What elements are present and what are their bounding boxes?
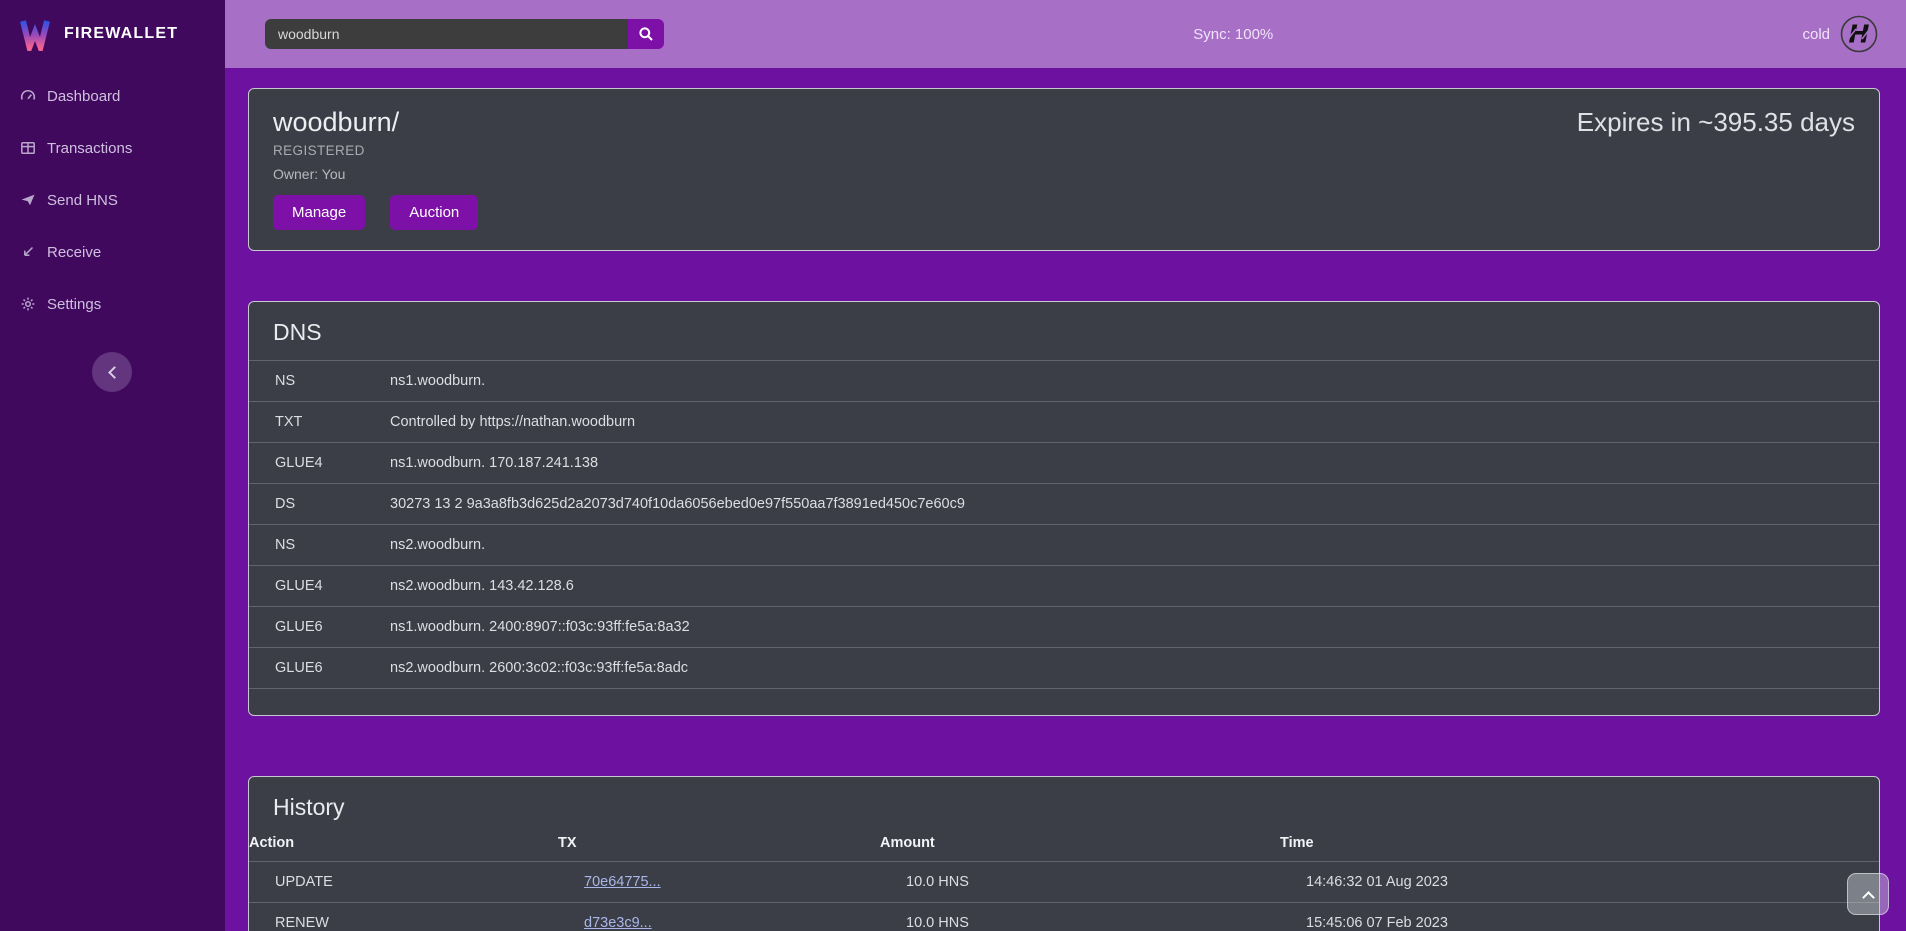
sidebar-item-label: Settings	[47, 296, 101, 313]
main-column: Sync: 100% cold H woodburn/ Expires in ~…	[225, 0, 1906, 931]
history-card: History Action TX Amount Time UPDATE 70e…	[248, 776, 1880, 931]
sidebar-item-receive[interactable]: Receive	[0, 226, 225, 278]
auction-button[interactable]: Auction	[390, 195, 478, 230]
sidebar-item-label: Transactions	[47, 140, 132, 157]
domain-status-badge: REGISTERED	[273, 143, 1855, 158]
history-action: RENEW	[275, 903, 584, 931]
dns-record-row: GLUE6 ns1.woodburn. 2400:8907::f03c:93ff…	[249, 606, 1879, 647]
dns-record-row: GLUE4 ns1.woodburn. 170.187.241.138	[249, 442, 1879, 483]
chevron-up-icon	[1862, 891, 1875, 904]
domain-name-title: woodburn/	[273, 105, 399, 139]
sidebar: FIREWALLET Dashboard Transactions Send H…	[0, 0, 225, 931]
domain-card-header: woodburn/ Expires in ~395.35 days	[273, 105, 1855, 139]
search-button[interactable]	[628, 19, 664, 49]
main-content: woodburn/ Expires in ~395.35 days REGIST…	[225, 68, 1906, 931]
sidebar-item-label: Dashboard	[47, 88, 120, 105]
history-col-action: Action	[249, 835, 558, 851]
sidebar-item-dashboard[interactable]: Dashboard	[0, 70, 225, 122]
dns-record-value: ns1.woodburn.	[390, 373, 1879, 389]
brand-name: FIREWALLET	[64, 25, 178, 43]
dns-record-type: GLUE4	[249, 455, 390, 471]
sidebar-item-transactions[interactable]: Transactions	[0, 122, 225, 174]
dns-record-row: TXT Controlled by https://nathan.woodbur…	[249, 401, 1879, 442]
topbar: Sync: 100% cold H	[225, 0, 1906, 68]
dns-records-table: NS ns1.woodburn. TXT Controlled by https…	[249, 360, 1879, 689]
dns-record-value: ns1.woodburn. 2400:8907::f03c:93ff:fe5a:…	[390, 619, 1879, 635]
gauge-icon	[20, 88, 36, 104]
history-row: RENEW d73e3c9... 10.0 HNS 15:45:06 07 Fe…	[249, 902, 1879, 931]
history-amount: 10.0 HNS	[906, 862, 1306, 902]
sidebar-nav: Dashboard Transactions Send HNS Receive …	[0, 68, 225, 330]
dns-record-type: GLUE6	[249, 619, 390, 635]
dns-record-row: GLUE6 ns2.woodburn. 2600:3c02::f03c:93ff…	[249, 647, 1879, 689]
brand[interactable]: FIREWALLET	[0, 0, 225, 68]
tx-link[interactable]: 70e64775...	[584, 874, 661, 890]
firewallet-logo-icon	[18, 17, 52, 51]
history-action: UPDATE	[275, 862, 584, 902]
dns-record-row: GLUE4 ns2.woodburn. 143.42.128.6	[249, 565, 1879, 606]
dns-card-title: DNS	[249, 318, 1879, 346]
gear-icon	[20, 296, 36, 312]
dns-record-type: GLUE6	[249, 660, 390, 676]
history-time: 15:45:06 07 Feb 2023	[1306, 903, 1879, 931]
dns-record-type: GLUE4	[249, 578, 390, 594]
table-icon	[20, 140, 36, 156]
dns-record-value: ns2.woodburn. 2600:3c02::f03c:93ff:fe5a:…	[390, 660, 1879, 676]
scroll-to-top-button[interactable]	[1847, 873, 1889, 915]
sidebar-item-send-hns[interactable]: Send HNS	[0, 174, 225, 226]
dns-record-type: DS	[249, 496, 390, 512]
dns-card: DNS NS ns1.woodburn. TXT Controlled by h…	[248, 301, 1880, 716]
history-time: 14:46:32 01 Aug 2023	[1306, 862, 1879, 902]
sync-status: Sync: 100%	[1193, 26, 1273, 43]
dns-record-value: Controlled by https://nathan.woodburn	[390, 414, 1879, 430]
dns-record-type: NS	[249, 537, 390, 553]
send-icon	[20, 192, 36, 208]
dns-record-row: NS ns1.woodburn.	[249, 360, 1879, 401]
domain-card: woodburn/ Expires in ~395.35 days REGIST…	[248, 88, 1880, 251]
tx-link[interactable]: d73e3c9...	[584, 915, 652, 931]
sidebar-item-label: Send HNS	[47, 192, 118, 209]
history-card-title: History	[249, 793, 1879, 821]
sidebar-item-label: Receive	[47, 244, 101, 261]
history-col-tx: TX	[558, 835, 880, 851]
history-row: UPDATE 70e64775... 10.0 HNS 14:46:32 01 …	[249, 861, 1879, 902]
domain-expiry-text: Expires in ~395.35 days	[1577, 105, 1855, 139]
sidebar-item-settings[interactable]: Settings	[0, 278, 225, 330]
dns-record-value: ns2.woodburn. 143.42.128.6	[390, 578, 1879, 594]
manage-button[interactable]: Manage	[273, 195, 365, 230]
history-amount: 10.0 HNS	[906, 903, 1306, 931]
sidebar-collapse-button[interactable]	[92, 352, 132, 392]
dns-record-value: 30273 13 2 9a3a8fb3d625d2a2073d740f10da6…	[390, 496, 1879, 512]
chevron-left-icon	[108, 366, 121, 379]
search-input[interactable]	[265, 19, 628, 49]
search-bar	[265, 19, 664, 49]
domain-actions: Manage Auction	[273, 195, 1855, 230]
hns-logo-icon: H	[1840, 15, 1878, 53]
domain-owner-text: Owner: You	[273, 166, 1855, 182]
search-icon	[638, 26, 654, 42]
history-col-amount: Amount	[880, 835, 1280, 851]
wallet-name: cold	[1802, 26, 1830, 43]
dns-record-value: ns1.woodburn. 170.187.241.138	[390, 455, 1879, 471]
dns-record-type: TXT	[249, 414, 390, 430]
history-table-header: Action TX Amount Time	[249, 821, 1879, 861]
dns-record-type: NS	[249, 373, 390, 389]
dns-record-row: NS ns2.woodburn.	[249, 524, 1879, 565]
dns-record-row: DS 30273 13 2 9a3a8fb3d625d2a2073d740f10…	[249, 483, 1879, 524]
dns-record-value: ns2.woodburn.	[390, 537, 1879, 553]
wallet-selector[interactable]: cold H	[1802, 15, 1878, 53]
history-col-time: Time	[1280, 835, 1879, 851]
receive-arrow-icon	[20, 244, 36, 260]
